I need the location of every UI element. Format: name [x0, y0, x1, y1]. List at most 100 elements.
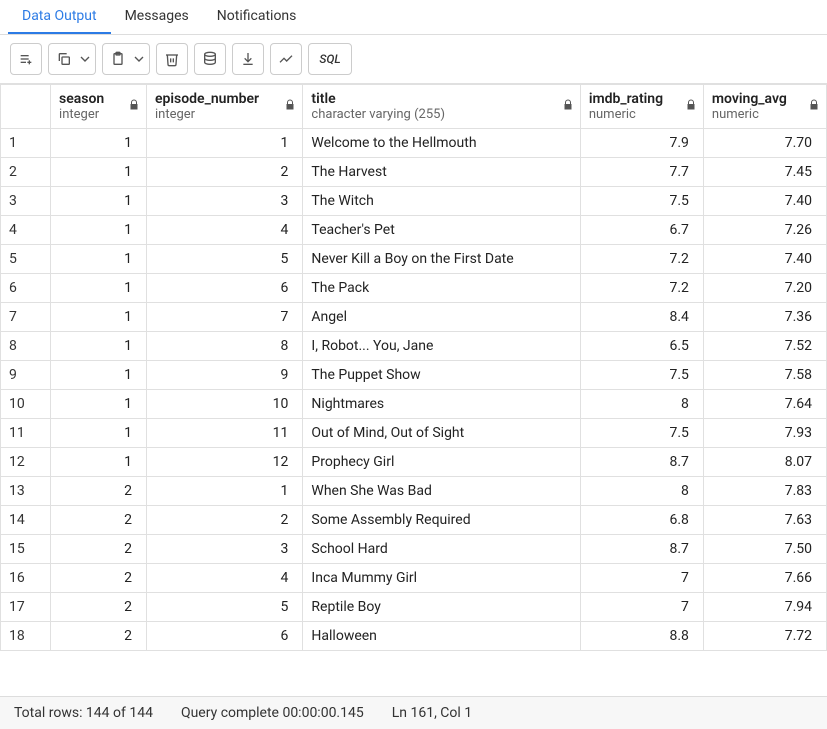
cell-title[interactable]: Teacher's Pet — [303, 216, 580, 245]
add-row-button[interactable] — [10, 43, 42, 75]
tab-data-output[interactable]: Data Output — [8, 0, 111, 34]
cell-imdb-rating[interactable]: 7.2 — [580, 245, 703, 274]
table-row[interactable]: 818I, Robot... You, Jane6.57.52 — [1, 332, 827, 361]
cell-season[interactable]: 1 — [51, 390, 147, 419]
cell-episode-number[interactable]: 8 — [146, 332, 302, 361]
cell-episode-number[interactable]: 6 — [146, 274, 302, 303]
cell-moving-avg[interactable]: 7.45 — [703, 158, 826, 187]
cell-rownum[interactable]: 15 — [1, 535, 51, 564]
cell-season[interactable]: 2 — [51, 564, 147, 593]
cell-rownum[interactable]: 3 — [1, 187, 51, 216]
paste-dropdown-button[interactable] — [128, 43, 150, 75]
cell-imdb-rating[interactable]: 7.5 — [580, 361, 703, 390]
cell-rownum[interactable]: 12 — [1, 448, 51, 477]
cell-title[interactable]: The Harvest — [303, 158, 580, 187]
table-row[interactable]: 313The Witch7.57.40 — [1, 187, 827, 216]
table-row[interactable]: 1422Some Assembly Required6.87.63 — [1, 506, 827, 535]
cell-title[interactable]: Welcome to the Hellmouth — [303, 129, 580, 158]
cell-title[interactable]: Never Kill a Boy on the First Date — [303, 245, 580, 274]
cell-episode-number[interactable]: 4 — [146, 564, 302, 593]
copy-dropdown-button[interactable] — [74, 43, 96, 75]
cell-episode-number[interactable]: 2 — [146, 506, 302, 535]
cell-season[interactable]: 1 — [51, 187, 147, 216]
cell-imdb-rating[interactable]: 8.7 — [580, 448, 703, 477]
cell-imdb-rating[interactable]: 7 — [580, 593, 703, 622]
cell-title[interactable]: Angel — [303, 303, 580, 332]
cell-episode-number[interactable]: 5 — [146, 593, 302, 622]
cell-season[interactable]: 1 — [51, 448, 147, 477]
cell-rownum[interactable]: 5 — [1, 245, 51, 274]
delete-button[interactable] — [156, 43, 188, 75]
table-row[interactable]: 717Angel8.47.36 — [1, 303, 827, 332]
result-table-wrap[interactable]: season integer episode_number integer ti… — [0, 83, 827, 696]
table-row[interactable]: 1624Inca Mummy Girl77.66 — [1, 564, 827, 593]
cell-moving-avg[interactable]: 7.64 — [703, 390, 826, 419]
cell-title[interactable]: The Witch — [303, 187, 580, 216]
cell-season[interactable]: 2 — [51, 622, 147, 651]
column-header-imdb-rating[interactable]: imdb_rating numeric — [580, 85, 703, 129]
cell-season[interactable]: 1 — [51, 332, 147, 361]
cell-rownum[interactable]: 17 — [1, 593, 51, 622]
cell-moving-avg[interactable]: 7.20 — [703, 274, 826, 303]
cell-episode-number[interactable]: 12 — [146, 448, 302, 477]
column-header-title[interactable]: title character varying (255) — [303, 85, 580, 129]
cell-rownum[interactable]: 11 — [1, 419, 51, 448]
table-row[interactable]: 515Never Kill a Boy on the First Date7.2… — [1, 245, 827, 274]
cell-rownum[interactable]: 2 — [1, 158, 51, 187]
cell-season[interactable]: 1 — [51, 245, 147, 274]
cell-imdb-rating[interactable]: 8.7 — [580, 535, 703, 564]
cell-rownum[interactable]: 4 — [1, 216, 51, 245]
cell-imdb-rating[interactable]: 8 — [580, 390, 703, 419]
cell-moving-avg[interactable]: 7.70 — [703, 129, 826, 158]
cell-title[interactable]: Halloween — [303, 622, 580, 651]
cell-episode-number[interactable]: 3 — [146, 187, 302, 216]
cell-episode-number[interactable]: 1 — [146, 477, 302, 506]
cell-moving-avg[interactable]: 7.94 — [703, 593, 826, 622]
cell-season[interactable]: 1 — [51, 274, 147, 303]
cell-imdb-rating[interactable]: 7.5 — [580, 419, 703, 448]
cell-imdb-rating[interactable]: 8.4 — [580, 303, 703, 332]
cell-imdb-rating[interactable]: 7.9 — [580, 129, 703, 158]
cell-imdb-rating[interactable]: 6.7 — [580, 216, 703, 245]
cell-imdb-rating[interactable]: 6.5 — [580, 332, 703, 361]
cell-season[interactable]: 1 — [51, 419, 147, 448]
chart-button[interactable] — [270, 43, 302, 75]
cell-episode-number[interactable]: 3 — [146, 535, 302, 564]
cell-rownum[interactable]: 8 — [1, 332, 51, 361]
save-data-button[interactable] — [194, 43, 226, 75]
cell-moving-avg[interactable]: 7.63 — [703, 506, 826, 535]
cell-moving-avg[interactable]: 7.83 — [703, 477, 826, 506]
cell-imdb-rating[interactable]: 8 — [580, 477, 703, 506]
cell-episode-number[interactable]: 7 — [146, 303, 302, 332]
cell-moving-avg[interactable]: 7.26 — [703, 216, 826, 245]
cell-episode-number[interactable]: 9 — [146, 361, 302, 390]
cell-rownum[interactable]: 10 — [1, 390, 51, 419]
cell-title[interactable]: School Hard — [303, 535, 580, 564]
table-row[interactable]: 919The Puppet Show7.57.58 — [1, 361, 827, 390]
cell-title[interactable]: I, Robot... You, Jane — [303, 332, 580, 361]
cell-rownum[interactable]: 6 — [1, 274, 51, 303]
cell-title[interactable]: Prophecy Girl — [303, 448, 580, 477]
table-row[interactable]: 414Teacher's Pet6.77.26 — [1, 216, 827, 245]
column-header-rownum[interactable] — [1, 85, 51, 129]
cell-season[interactable]: 1 — [51, 216, 147, 245]
cell-moving-avg[interactable]: 7.58 — [703, 361, 826, 390]
cell-title[interactable]: The Pack — [303, 274, 580, 303]
cell-title[interactable]: Some Assembly Required — [303, 506, 580, 535]
cell-rownum[interactable]: 18 — [1, 622, 51, 651]
table-row[interactable]: 1523School Hard8.77.50 — [1, 535, 827, 564]
cell-moving-avg[interactable]: 7.72 — [703, 622, 826, 651]
table-row[interactable]: 12112Prophecy Girl8.78.07 — [1, 448, 827, 477]
cell-title[interactable]: Reptile Boy — [303, 593, 580, 622]
cell-rownum[interactable]: 1 — [1, 129, 51, 158]
cell-imdb-rating[interactable]: 7 — [580, 564, 703, 593]
cell-moving-avg[interactable]: 7.40 — [703, 187, 826, 216]
cell-moving-avg[interactable]: 7.40 — [703, 245, 826, 274]
cell-episode-number[interactable]: 4 — [146, 216, 302, 245]
cell-title[interactable]: The Puppet Show — [303, 361, 580, 390]
cell-imdb-rating[interactable]: 8.8 — [580, 622, 703, 651]
cell-rownum[interactable]: 7 — [1, 303, 51, 332]
table-row[interactable]: 1826Halloween8.87.72 — [1, 622, 827, 651]
cell-season[interactable]: 1 — [51, 129, 147, 158]
column-header-moving-avg[interactable]: moving_avg numeric — [703, 85, 826, 129]
